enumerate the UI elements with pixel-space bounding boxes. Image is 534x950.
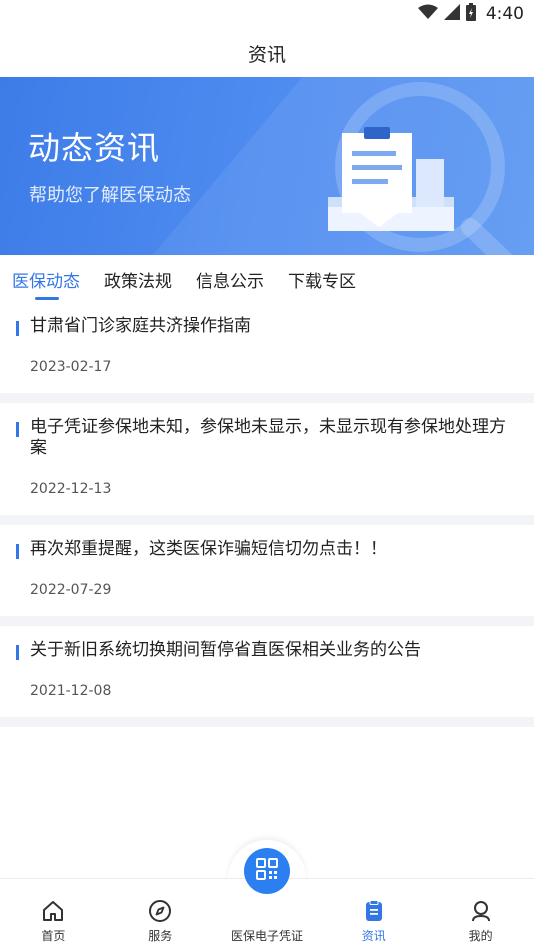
tab-public-information[interactable]: 信息公示 <box>196 256 264 302</box>
news-item[interactable]: 甘肃省门诊家庭共济操作指南 2023-02-17 <box>0 302 534 403</box>
tab-label: 下载专区 <box>288 271 356 292</box>
qr-code-icon <box>255 857 279 885</box>
signal-icon <box>443 4 460 24</box>
nav-home[interactable]: 首页 <box>0 879 107 950</box>
news-clipboard-illustration <box>328 82 513 255</box>
news-date: 2023-02-17 <box>30 359 112 375</box>
banner-title: 动态资讯 <box>28 129 161 167</box>
news-date: 2022-07-29 <box>30 582 112 598</box>
tab-label: 信息公示 <box>196 271 264 292</box>
news-item[interactable]: 再次郑重提醒，这类医保诈骗短信切勿点击！！ 2022-07-29 <box>0 525 534 626</box>
news-title: 关于新旧系统切换期间暂停省直医保相关业务的公告 <box>30 640 421 660</box>
profile-icon <box>468 898 494 924</box>
battery-icon <box>465 3 476 25</box>
tab-medical-insurance-news[interactable]: 医保动态 <box>12 256 80 302</box>
nav-news[interactable]: 资讯 <box>320 879 427 950</box>
banner-subtitle: 帮助您了解医保动态 <box>29 185 191 206</box>
e-voucher-qr-button[interactable] <box>244 848 290 894</box>
status-icons: 4:40 <box>417 3 524 25</box>
page-header: 资讯 <box>0 30 534 76</box>
news-title: 再次郑重提醒，这类医保诈骗短信切勿点击！！ <box>30 539 387 559</box>
home-icon <box>40 898 66 924</box>
nav-profile[interactable]: 我的 <box>427 879 534 950</box>
compass-icon <box>147 898 173 924</box>
tab-label: 医保动态 <box>12 271 80 292</box>
status-bar: 4:40 <box>0 0 534 30</box>
tab-downloads[interactable]: 下载专区 <box>288 256 356 302</box>
tab-policies-regulations[interactable]: 政策法规 <box>104 256 172 302</box>
news-category-tabs: 医保动态 政策法规 信息公示 下载专区 <box>0 256 534 302</box>
nav-label: 服务 <box>148 929 173 943</box>
nav-label: 我的 <box>468 929 493 943</box>
news-date: 2021-12-08 <box>30 683 112 699</box>
news-banner: 动态资讯 帮助您了解医保动态 <box>0 77 534 255</box>
wifi-icon <box>417 4 438 24</box>
page-title: 资讯 <box>247 43 286 66</box>
news-title: 电子凭证参保地未知，参保地未显示，未显示现有参保地处理方案 <box>30 417 506 458</box>
nav-label: 首页 <box>41 929 66 943</box>
news-item[interactable]: 电子凭证参保地未知，参保地未显示，未显示现有参保地处理方案 2022-12-13 <box>0 403 534 525</box>
nav-label: 资讯 <box>361 929 386 943</box>
tab-label: 政策法规 <box>104 271 172 292</box>
news-item[interactable]: 关于新旧系统切换期间暂停省直医保相关业务的公告 2021-12-08 <box>0 626 534 727</box>
nav-label: 医保电子凭证 <box>230 929 303 943</box>
status-time: 4:40 <box>485 4 524 24</box>
news-icon <box>361 898 387 924</box>
news-date: 2022-12-13 <box>30 481 112 497</box>
news-title: 甘肃省门诊家庭共济操作指南 <box>30 316 251 336</box>
nav-services[interactable]: 服务 <box>107 879 214 950</box>
news-list: 甘肃省门诊家庭共济操作指南 2023-02-17 电子凭证参保地未知，参保地未显… <box>0 302 534 727</box>
